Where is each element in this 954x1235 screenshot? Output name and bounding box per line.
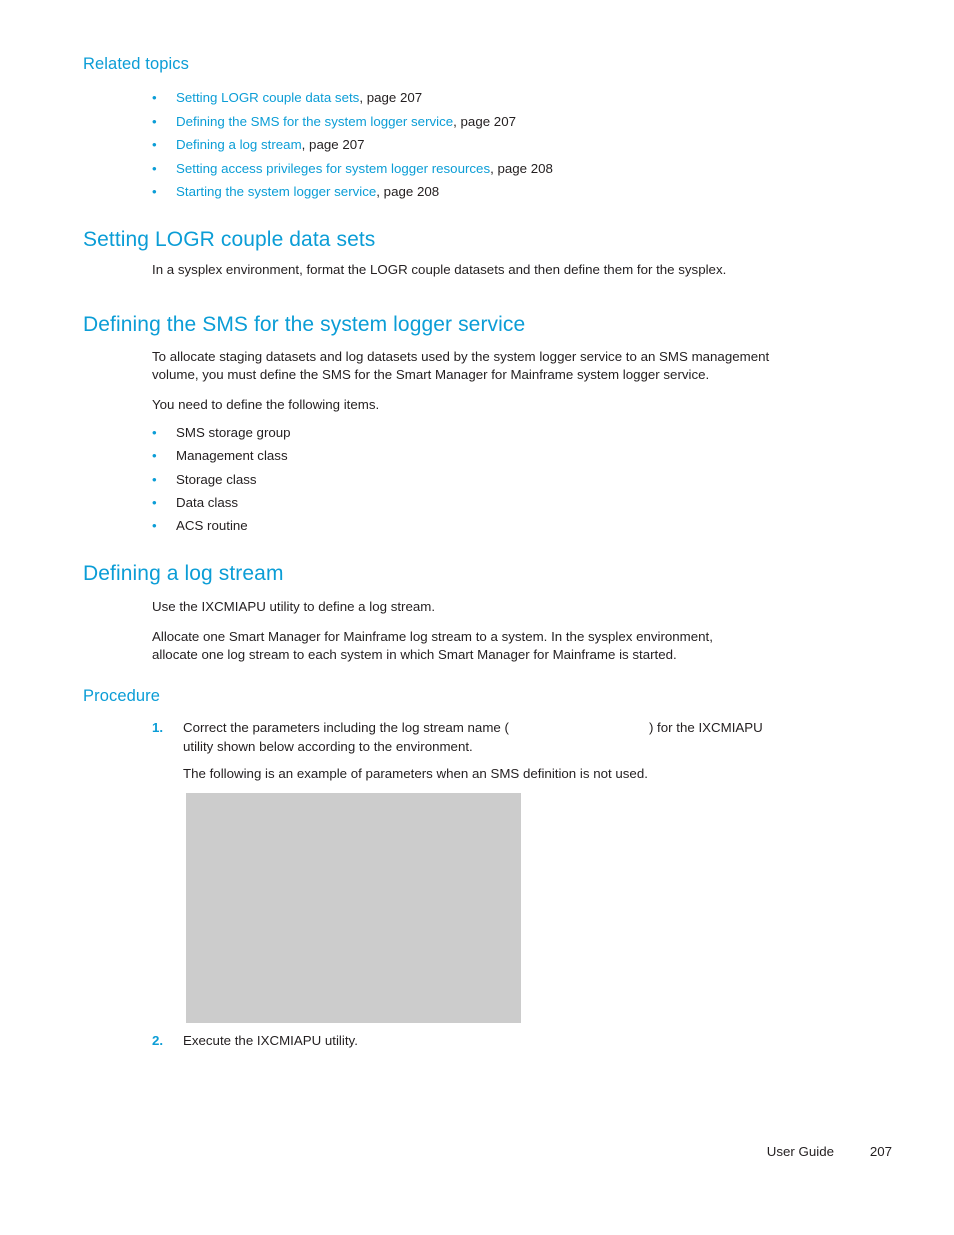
related-topic-link[interactable]: Setting LOGR couple data sets — [176, 90, 359, 105]
list-item: • ACS routine — [152, 514, 652, 537]
section-heading-setting-logr: Setting LOGR couple data sets — [83, 228, 376, 251]
step-text-line2: utility shown below according to the env… — [183, 739, 473, 754]
step-text: Execute the IXCMIAPU utility. — [183, 1033, 358, 1048]
bullet-icon: • — [152, 137, 157, 152]
list-item[interactable]: • Setting access privileges for system l… — [152, 157, 852, 181]
section-heading-defining-log-stream: Defining a log stream — [83, 562, 284, 585]
list-item-label: SMS storage group — [176, 425, 291, 440]
page-footer: User Guide 207 — [0, 1144, 954, 1164]
bullet-icon: • — [152, 113, 157, 129]
list-item-label: Data class — [176, 494, 239, 510]
sms-items-list: • SMS storage group • Management class •… — [152, 421, 652, 537]
procedure-step-1: 1. Correct the parameters including the … — [152, 718, 912, 756]
footer-label: User Guide — [766, 1144, 834, 1159]
step-text-line1: Correct the parameters including the log… — [183, 718, 912, 737]
document-page: Related topics • Setting LOGR couple dat… — [0, 0, 954, 1235]
procedure-step-2: 2. Execute the IXCMIAPU utility. — [152, 1031, 752, 1050]
paragraph-log-stream-2-line1: Allocate one Smart Manager for Mainframe… — [152, 629, 713, 644]
related-topic-page-ref: , page 207 — [301, 137, 365, 152]
figure-placeholder-parameters-example — [186, 793, 521, 1023]
bullet-icon: • — [152, 518, 157, 534]
related-topic-page-ref: , page 207 — [453, 113, 516, 129]
list-item-label: Storage class — [176, 471, 257, 487]
bullet-icon: • — [152, 90, 157, 105]
bullet-icon: • — [152, 494, 157, 510]
paragraph-define-items-intro: You need to define the following items. — [152, 397, 380, 412]
related-topic-page-ref: , page 208 — [490, 160, 553, 176]
list-item[interactable]: • Setting LOGR couple data sets, page 20… — [152, 86, 852, 110]
list-item: • Management class — [152, 444, 652, 467]
bullet-icon: • — [152, 184, 157, 199]
list-item: • Data class — [152, 491, 652, 514]
list-item[interactable]: • Defining the SMS for the system logger… — [152, 110, 852, 134]
list-item: • Storage class — [152, 468, 652, 491]
bullet-icon: • — [152, 425, 157, 440]
related-topics-list: • Setting LOGR couple data sets, page 20… — [152, 86, 852, 204]
list-item[interactable]: • Defining a log stream, page 207 — [152, 133, 852, 157]
step-number: 1. — [152, 720, 164, 735]
footer-page-number: 207 — [869, 1144, 892, 1159]
related-topic-link[interactable]: Defining the SMS for the system logger s… — [176, 114, 453, 129]
step-number: 2. — [152, 1033, 164, 1048]
step-text-before-gap: Correct the parameters including the log… — [183, 720, 509, 735]
paragraph-logr: In a sysplex environment, format the LOG… — [152, 262, 727, 277]
related-topic-link[interactable]: Setting access privileges for system log… — [176, 161, 490, 176]
section-heading-defining-sms: Defining the SMS for the system logger s… — [83, 313, 526, 336]
related-topic-page-ref: , page 208 — [376, 184, 440, 199]
paragraph-log-stream-2-line2: allocate one log stream to each system i… — [152, 647, 677, 662]
list-item-label: Management class — [176, 448, 288, 464]
paragraph-sms-line2: volume, you must define the SMS for the … — [152, 367, 710, 382]
related-topic-page-ref: , page 207 — [359, 90, 423, 105]
related-topics-heading: Related topics — [83, 55, 189, 73]
procedure-heading: Procedure — [83, 687, 161, 705]
list-item-label: ACS routine — [176, 518, 248, 534]
step-1-note: The following is an example of parameter… — [183, 766, 648, 781]
related-topic-link[interactable]: Starting the system logger service — [176, 184, 376, 199]
bullet-icon: • — [152, 471, 157, 487]
bullet-icon: • — [152, 448, 157, 464]
list-item[interactable]: • Starting the system logger service, pa… — [152, 180, 852, 204]
paragraph-log-stream-1: Use the IXCMIAPU utility to define a log… — [152, 599, 436, 614]
bullet-icon: • — [152, 160, 157, 176]
related-topic-link[interactable]: Defining a log stream — [176, 137, 302, 152]
paragraph-sms-line1: To allocate staging datasets and log dat… — [152, 349, 770, 364]
step-text-after-gap: ) for the IXCMIAPU — [648, 720, 763, 735]
list-item: • SMS storage group — [152, 421, 652, 444]
